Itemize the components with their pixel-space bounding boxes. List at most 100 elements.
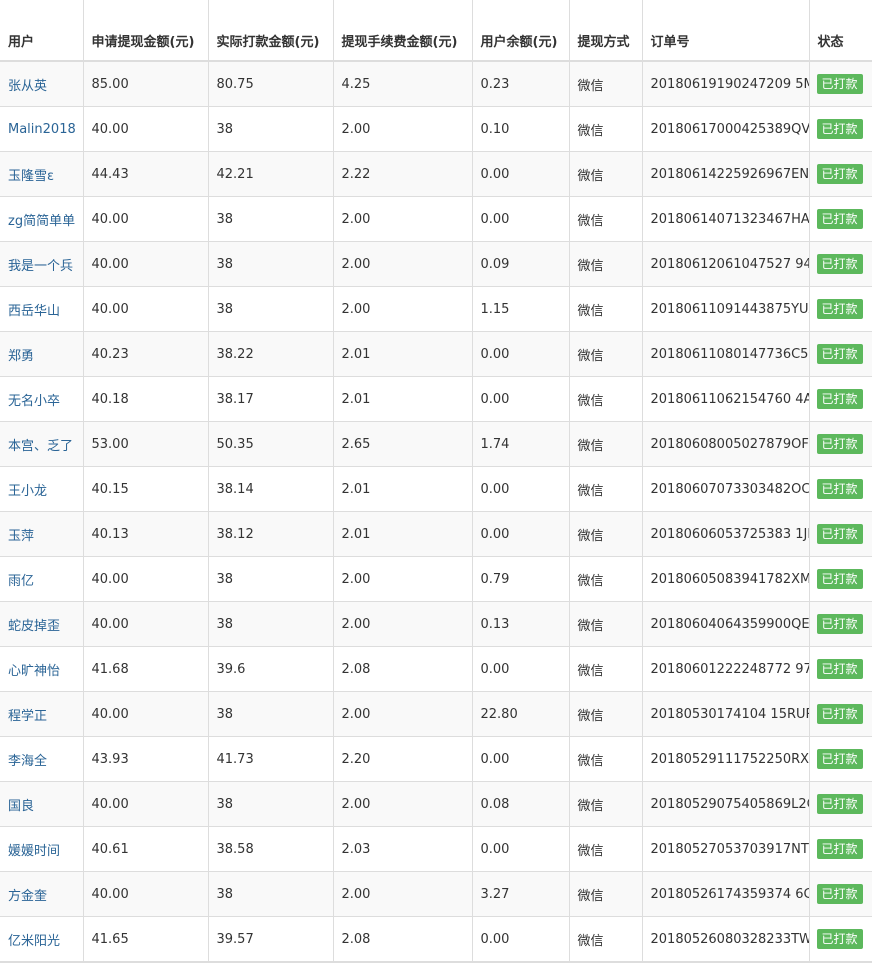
status-badge: 已打款 xyxy=(816,299,863,319)
cell-request-amount: 40.00 xyxy=(82,601,208,647)
cell-balance: 0.00 xyxy=(471,331,569,377)
user-link[interactable]: 李海全 xyxy=(8,754,47,769)
header-user[interactable]: 用户 xyxy=(0,0,83,62)
status-badge: 已打款 xyxy=(816,209,863,229)
header-row: 用户 申请提现金额(元) 实际打款金额(元) 提现手续费金额(元) 用户余额(元… xyxy=(0,0,872,62)
cell-order-no: 20180606053725383 1JL xyxy=(641,511,809,557)
cell-fee-amount: 2.65 xyxy=(332,421,472,467)
header-method[interactable]: 提现方式 xyxy=(568,0,642,62)
header-balance[interactable]: 用户余额(元) xyxy=(471,0,569,62)
cell-request-amount: 40.00 xyxy=(82,781,208,827)
cell-paid-amount: 38.22 xyxy=(207,331,333,377)
cell-paid-amount: 38.58 xyxy=(207,826,333,872)
cell-fee-amount: 2.00 xyxy=(332,286,472,332)
cell-status: 已打款 xyxy=(808,916,872,961)
table-row: 媛媛时间 40.61 38.58 2.03 0.00 微信 2018052705370391… xyxy=(0,826,872,872)
user-link[interactable]: 亿米阳光 xyxy=(8,934,60,949)
cell-order-no: 20180607073303482OC5 xyxy=(641,466,809,512)
cell-method: 微信 xyxy=(568,286,642,332)
cell-method: 微信 xyxy=(568,466,642,512)
status-badge: 已打款 xyxy=(816,929,863,949)
cell-balance: 0.00 xyxy=(471,826,569,872)
user-link[interactable]: 国良 xyxy=(8,799,34,814)
cell-method: 微信 xyxy=(568,691,642,737)
header-fee-amount[interactable]: 提现手续费金额(元) xyxy=(332,0,472,62)
cell-status: 已打款 xyxy=(808,106,872,152)
status-badge: 已打款 xyxy=(816,434,863,454)
cell-status: 已打款 xyxy=(808,286,872,332)
cell-user: zg简简单单 xyxy=(0,196,83,242)
user-link[interactable]: 本宫、乏了 xyxy=(8,439,73,454)
cell-balance: 1.74 xyxy=(471,421,569,467)
cell-user: 程学正 xyxy=(0,691,83,737)
table-row: 心旷神怡 41.68 39.6 2.08 0.00 微信 20180601222248772… xyxy=(0,646,872,692)
header-status[interactable]: 状态 xyxy=(808,0,872,62)
table-header: 用户 申请提现金额(元) 实际打款金额(元) 提现手续费金额(元) 用户余额(元… xyxy=(0,0,872,62)
cell-status: 已打款 xyxy=(808,781,872,827)
cell-balance: 0.00 xyxy=(471,916,569,961)
table-row: 玉萍 40.13 38.12 2.01 0.00 微信 20180606053725383 … xyxy=(0,511,872,557)
user-link[interactable]: 心旷神怡 xyxy=(8,664,60,679)
cell-paid-amount: 39.57 xyxy=(207,916,333,961)
cell-paid-amount: 38 xyxy=(207,556,333,602)
user-link[interactable]: 玉隆雪ε xyxy=(8,169,54,184)
cell-request-amount: 40.18 xyxy=(82,376,208,422)
user-link[interactable]: 玉萍 xyxy=(8,529,34,544)
cell-method: 微信 xyxy=(568,646,642,692)
cell-order-no: 20180614225926967ENN xyxy=(641,151,809,197)
cell-method: 微信 xyxy=(568,151,642,197)
cell-order-no: 20180601222248772 97W xyxy=(641,646,809,692)
cell-user: 心旷神怡 xyxy=(0,646,83,692)
cell-status: 已打款 xyxy=(808,151,872,197)
cell-fee-amount: 2.08 xyxy=(332,646,472,692)
withdrawal-table-container: 用户 申请提现金额(元) 实际打款金额(元) 提现手续费金额(元) 用户余额(元… xyxy=(0,0,872,963)
user-link[interactable]: 王小龙 xyxy=(8,484,47,499)
status-badge: 已打款 xyxy=(816,344,863,364)
status-badge: 已打款 xyxy=(816,164,863,184)
user-link[interactable]: 郑勇 xyxy=(8,349,34,364)
user-link[interactable]: 无名小卒 xyxy=(8,394,60,409)
user-link[interactable]: 媛媛时间 xyxy=(8,844,60,859)
cell-order-no: 20180611080147736C5N xyxy=(641,331,809,377)
user-link[interactable]: Malin2018 xyxy=(8,122,76,137)
status-badge: 已打款 xyxy=(816,704,863,724)
cell-balance: 0.23 xyxy=(471,61,569,107)
cell-request-amount: 40.23 xyxy=(82,331,208,377)
cell-paid-amount: 50.35 xyxy=(207,421,333,467)
cell-request-amount: 40.61 xyxy=(82,826,208,872)
cell-user: 媛媛时间 xyxy=(0,826,83,872)
cell-status: 已打款 xyxy=(808,376,872,422)
status-badge: 已打款 xyxy=(816,839,863,859)
table-row: Malin2018 40.00 38 2.00 0.10 微信 20180617000425… xyxy=(0,106,872,152)
table-row: 王小龙 40.15 38.14 2.01 0.00 微信 20180607073303482… xyxy=(0,466,872,512)
status-badge: 已打款 xyxy=(816,884,863,904)
user-link[interactable]: 我是一个兵 xyxy=(8,259,73,274)
table-row: 亿米阳光 41.65 39.57 2.08 0.00 微信 2018052608032823… xyxy=(0,916,872,961)
status-badge: 已打款 xyxy=(816,749,863,769)
user-link[interactable]: 张从英 xyxy=(8,79,47,94)
user-link[interactable]: 蛇皮掉歪 xyxy=(8,619,60,634)
table-row: 方金奎 40.00 38 2.00 3.27 微信 20180526174359374 6G… xyxy=(0,871,872,917)
user-link[interactable]: 程学正 xyxy=(8,709,47,724)
cell-order-no: 20180526080328233TWY xyxy=(641,916,809,961)
cell-request-amount: 40.00 xyxy=(82,241,208,287)
cell-user: 方金奎 xyxy=(0,871,83,917)
user-link[interactable]: 雨亿 xyxy=(8,574,34,589)
cell-fee-amount: 2.00 xyxy=(332,871,472,917)
cell-request-amount: 40.00 xyxy=(82,196,208,242)
cell-paid-amount: 38 xyxy=(207,691,333,737)
header-request-amount[interactable]: 申请提现金额(元) xyxy=(82,0,208,62)
withdrawal-table: 用户 申请提现金额(元) 实际打款金额(元) 提现手续费金额(元) 用户余额(元… xyxy=(0,0,872,961)
header-order-no[interactable]: 订单号 xyxy=(641,0,809,62)
user-link[interactable]: 西岳华山 xyxy=(8,304,60,319)
cell-paid-amount: 80.75 xyxy=(207,61,333,107)
cell-request-amount: 41.68 xyxy=(82,646,208,692)
table-row: 本宫、乏了 53.00 50.35 2.65 1.74 微信 201806080050278… xyxy=(0,421,872,467)
cell-status: 已打款 xyxy=(808,691,872,737)
cell-user: 张从英 xyxy=(0,61,83,107)
user-link[interactable]: zg简简单单 xyxy=(8,214,75,229)
cell-paid-amount: 38.12 xyxy=(207,511,333,557)
user-link[interactable]: 方金奎 xyxy=(8,889,47,904)
cell-status: 已打款 xyxy=(808,196,872,242)
header-paid-amount[interactable]: 实际打款金额(元) xyxy=(207,0,333,62)
